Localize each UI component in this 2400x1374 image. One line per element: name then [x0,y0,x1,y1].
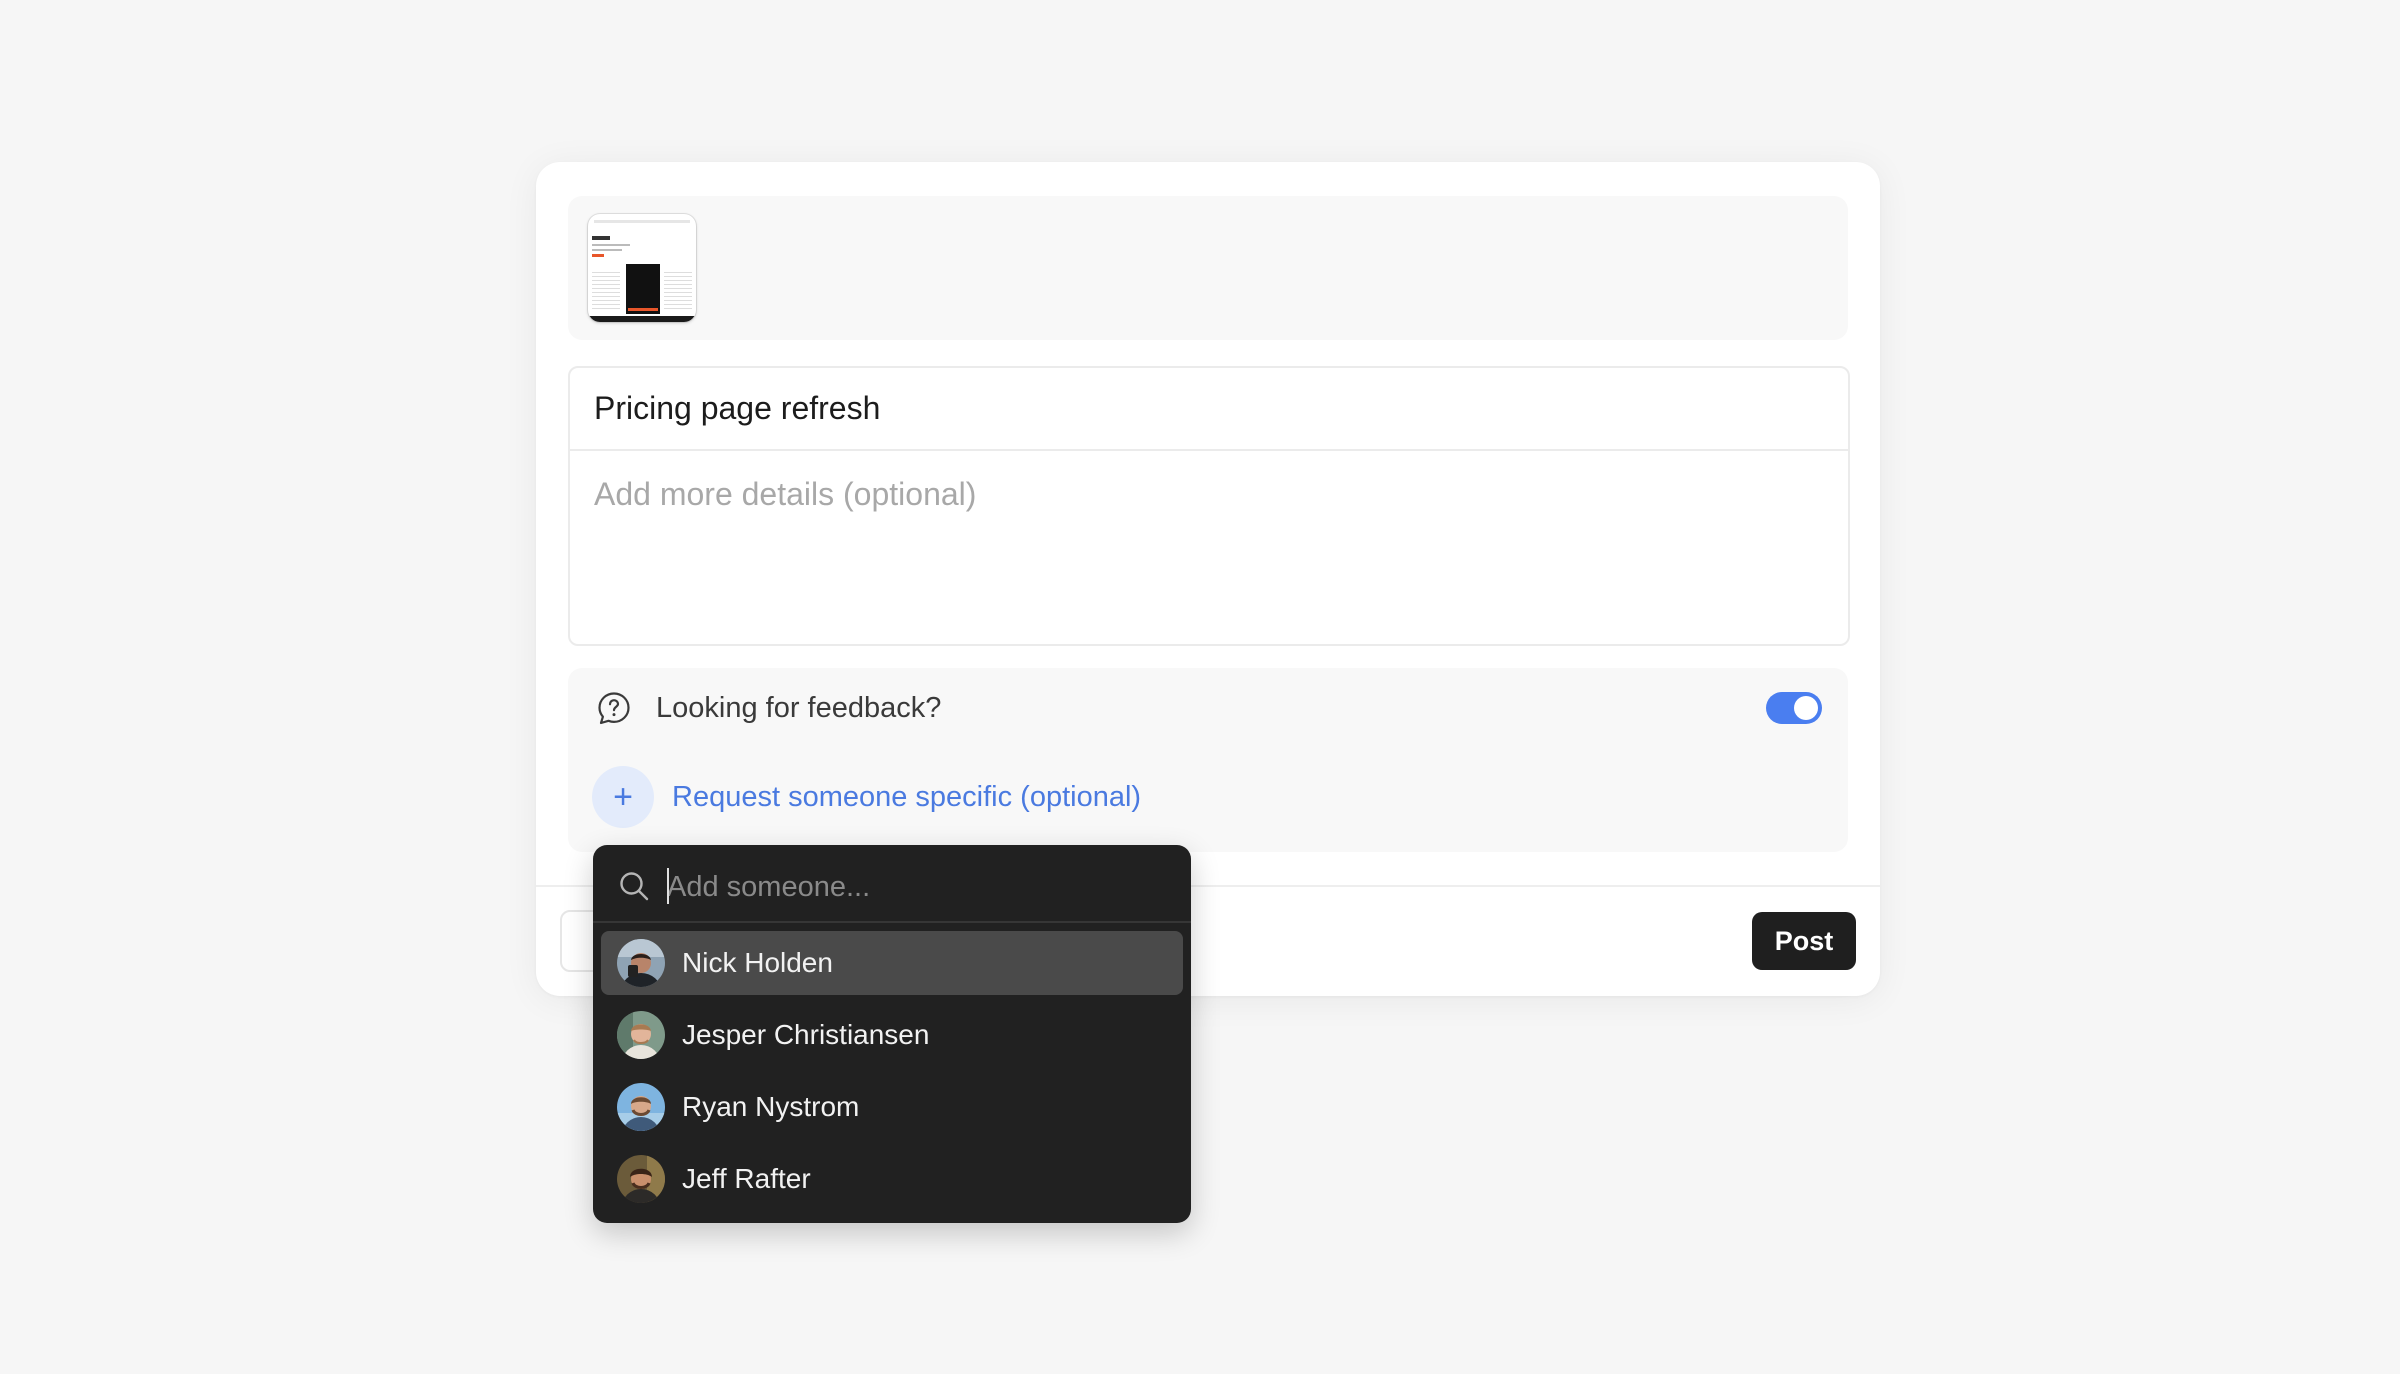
plus-icon[interactable]: + [592,766,654,828]
avatar [617,939,665,987]
feedback-toggle[interactable] [1766,692,1822,724]
thumb-nav [594,220,690,223]
dropdown-divider [593,921,1191,923]
thumb-text [592,244,630,246]
toggle-knob [1794,696,1818,720]
post-editor: Pricing page refresh Add more details (o… [568,366,1850,646]
avatar [617,1083,665,1131]
title-divider [570,449,1848,451]
avatar [617,1155,665,1203]
person-option-jeff-rafter[interactable]: Jeff Rafter [601,1147,1183,1211]
people-dropdown: Nick Holden Jesper Christiansen Ryan Nys… [593,845,1191,1223]
thumb-footer [588,316,696,322]
attachments-area [568,196,1848,340]
person-name: Ryan Nystrom [682,1091,860,1122]
thumb-accent [628,308,658,311]
feedback-panel: Looking for feedback? + Request someone … [568,668,1848,852]
add-someone-input[interactable] [667,865,1157,909]
text-caret [667,868,669,904]
title-input[interactable]: Pricing page refresh [594,368,1824,448]
request-someone-link[interactable]: Request someone specific (optional) [672,779,1141,815]
question-bubble-icon [598,692,630,725]
search-icon [620,872,649,901]
thumb-heading [592,236,610,240]
thumb-column [592,269,620,309]
post-button[interactable]: Post [1752,912,1856,970]
feedback-label: Looking for feedback? [656,692,942,724]
person-name: Jeff Rafter [682,1163,811,1194]
person-option-ryan-nystrom[interactable]: Ryan Nystrom [601,1075,1183,1139]
person-option-nick-holden[interactable]: Nick Holden [601,931,1183,995]
thumb-text [592,249,622,251]
attachment-thumbnail[interactable] [588,214,696,322]
person-name: Jesper Christiansen [682,1019,930,1050]
details-textarea[interactable]: Add more details (optional) [594,476,976,513]
thumb-dark-card [626,264,660,314]
person-option-jesper-christiansen[interactable]: Jesper Christiansen [601,1003,1183,1067]
person-name: Nick Holden [682,947,833,978]
thumb-column [664,269,692,309]
thumb-accent [592,254,604,257]
avatar [617,1011,665,1059]
